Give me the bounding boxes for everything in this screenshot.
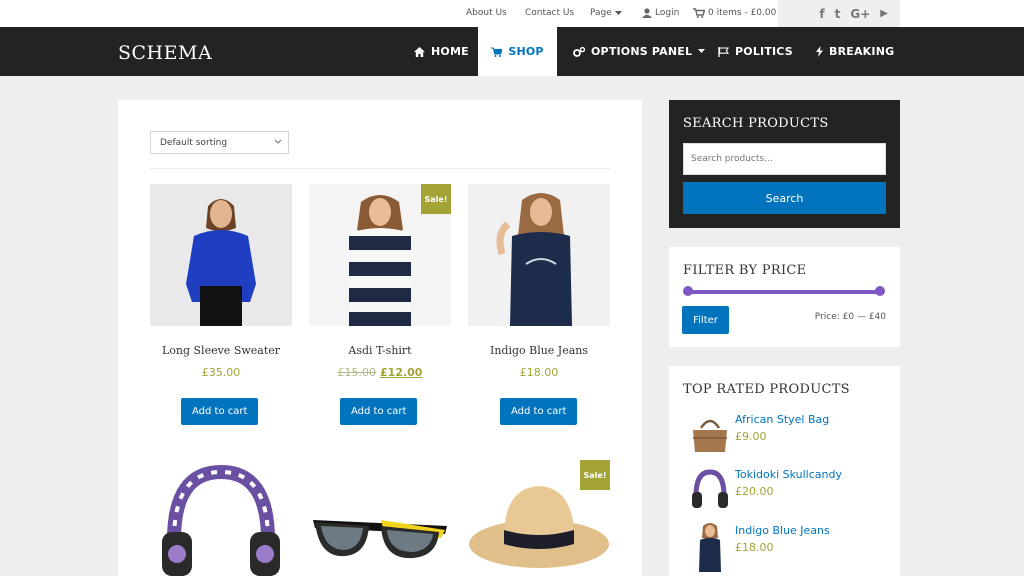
page-menu-link[interactable]: Page: [590, 8, 622, 18]
main-navigation: SCHEMA HOME SHOP OPTIONS PANEL POLITICS …: [0, 27, 1024, 76]
navy-top-image: [689, 522, 731, 572]
youtube-icon[interactable]: ▶: [880, 8, 888, 19]
headphones-image: [689, 468, 731, 510]
contact-us-link[interactable]: Contact Us: [525, 8, 574, 18]
sorting-value: Default sorting: [160, 137, 228, 148]
product-title[interactable]: Asdi T-shirt: [309, 344, 451, 357]
add-to-cart-button[interactable]: Add to cart: [340, 398, 418, 425]
headphones-image: [162, 464, 280, 576]
add-to-cart-button[interactable]: Add to cart: [181, 398, 259, 425]
nav-home-label: HOME: [431, 45, 469, 58]
page-menu-label: Page: [590, 8, 612, 18]
user-icon: [642, 8, 652, 18]
chevron-down-icon: [698, 49, 706, 53]
flag-icon: [718, 46, 729, 57]
divider: [150, 168, 610, 169]
add-to-cart-button[interactable]: Add to cart: [500, 398, 578, 425]
product-title[interactable]: Long Sleeve Sweater: [150, 344, 292, 357]
nav-shop[interactable]: SHOP: [478, 27, 557, 76]
top-rated-thumbnail[interactable]: [689, 522, 731, 572]
search-widget-title: SEARCH PRODUCTS: [683, 116, 829, 131]
sale-price: £12.00: [380, 366, 423, 379]
nav-politics-label: POLITICS: [735, 45, 793, 58]
price-filter-title: FILTER BY PRICE: [683, 263, 807, 278]
cart-icon: [491, 47, 503, 57]
old-price: £15.00: [337, 366, 377, 379]
bolt-icon: [816, 46, 823, 57]
nav-breaking-label: BREAKING: [829, 45, 895, 58]
bag-image: [689, 412, 731, 454]
product-title[interactable]: Indigo Blue Jeans: [468, 344, 610, 357]
nav-options-panel-label: OPTIONS PANEL: [591, 45, 693, 58]
site-logo[interactable]: SCHEMA: [118, 42, 212, 64]
price-range-label: Price: £0 — £40: [814, 312, 886, 322]
nav-home[interactable]: HOME: [400, 27, 483, 76]
top-rated-item-name[interactable]: African Styel Bag: [735, 413, 829, 426]
product-price: £35.00: [201, 366, 241, 379]
cart-summary: 0 items - £0.00: [708, 8, 777, 18]
blue-blouse-image: [150, 184, 292, 326]
cart-link[interactable]: 0 items - £0.00: [693, 8, 776, 18]
search-input[interactable]: [683, 143, 886, 175]
gears-icon: [573, 46, 585, 57]
search-button[interactable]: Search: [683, 182, 886, 214]
top-rated-item-price: £9.00: [735, 430, 767, 443]
sunglasses-image: [313, 520, 447, 559]
chevron-down-icon: [274, 139, 282, 144]
nav-politics[interactable]: POLITICS: [718, 27, 793, 76]
price-slider-min-handle[interactable]: [683, 286, 693, 296]
top-rated-thumbnail[interactable]: [689, 412, 731, 454]
top-rated-item-price: £18.00: [735, 541, 774, 554]
product-price: £15.00 £12.00: [309, 366, 451, 379]
price-slider-track[interactable]: [688, 290, 880, 294]
sale-badge: Sale!: [580, 460, 610, 490]
top-rated-title: TOP RATED PRODUCTS: [683, 382, 850, 397]
top-rated-item-price: £20.00: [735, 485, 774, 498]
price-slider-max-handle[interactable]: [875, 286, 885, 296]
social-links: f t G+ ▶: [778, 0, 900, 27]
navy-top-image: [468, 184, 610, 326]
login-label: Login: [655, 8, 680, 18]
twitter-icon[interactable]: t: [835, 7, 841, 21]
facebook-icon[interactable]: f: [819, 7, 824, 21]
product-image[interactable]: [150, 460, 292, 576]
nav-options-panel[interactable]: OPTIONS PANEL: [573, 27, 706, 76]
nav-shop-label: SHOP: [508, 45, 544, 58]
product-price: £18.00: [519, 366, 559, 379]
product-image[interactable]: [468, 184, 610, 326]
top-bar: About Us Contact Us Page Login 0 items -…: [0, 0, 1024, 27]
about-us-link[interactable]: About Us: [466, 8, 507, 18]
product-image[interactable]: [309, 460, 451, 576]
top-rated-item-name[interactable]: Tokidoki Skullcandy: [735, 468, 842, 481]
chevron-down-icon: [614, 10, 622, 15]
sorting-select[interactable]: Default sorting: [150, 131, 289, 154]
home-icon: [414, 46, 425, 57]
top-rated-item-name[interactable]: Indigo Blue Jeans: [735, 524, 830, 537]
login-link[interactable]: Login: [642, 8, 679, 18]
top-rated-thumbnail[interactable]: [689, 468, 731, 510]
google-plus-icon[interactable]: G+: [850, 7, 870, 21]
sale-badge: Sale!: [421, 184, 451, 214]
product-image[interactable]: [150, 184, 292, 326]
nav-breaking[interactable]: BREAKING: [816, 27, 894, 76]
filter-button[interactable]: Filter: [682, 306, 729, 334]
cart-icon: [693, 8, 705, 18]
